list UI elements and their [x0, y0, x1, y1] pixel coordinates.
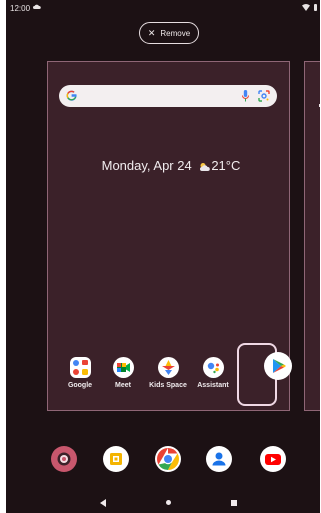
dock-settings[interactable] — [51, 446, 77, 472]
dock-youtube[interactable] — [260, 446, 286, 472]
google-g-icon — [66, 90, 77, 101]
search-bar[interactable] — [59, 85, 277, 107]
cloud-icon — [33, 4, 41, 9]
wifi-icon — [302, 4, 310, 11]
temperature-text: 21°C — [211, 158, 241, 173]
date-text: Monday, Apr 24 — [101, 158, 192, 173]
app-label: Kids Space — [149, 382, 187, 389]
slides-icon — [103, 446, 129, 472]
google-folder-icon — [69, 357, 91, 378]
status-time: 12:00 — [10, 4, 31, 13]
dock-contacts[interactable] — [206, 446, 232, 472]
contacts-icon — [206, 446, 232, 472]
app-meet[interactable]: Meet — [100, 357, 146, 389]
dock-chrome[interactable] — [155, 446, 181, 472]
chrome-icon — [155, 446, 181, 472]
back-icon[interactable] — [100, 499, 106, 507]
meet-icon — [112, 357, 134, 378]
home-screen: 12:00 ✕ Remove Monday, Apr 24 21°C Googl… — [6, 0, 320, 513]
remove-label: Remove — [160, 28, 191, 38]
youtube-icon — [260, 446, 286, 472]
remove-button[interactable]: ✕ Remove — [139, 22, 199, 44]
app-kids-space[interactable]: Kids Space — [145, 357, 191, 389]
battery-icon — [314, 4, 317, 11]
app-assistant[interactable]: Assistant — [190, 357, 236, 389]
assistant-icon — [202, 357, 224, 378]
mic-icon[interactable] — [242, 90, 249, 102]
status-bar: 12:00 — [6, 0, 320, 16]
settings-icon — [51, 446, 77, 472]
navigation-bar — [6, 495, 320, 513]
at-a-glance-widget[interactable]: Monday, Apr 24 21°C — [66, 158, 276, 173]
next-page-preview[interactable] — [304, 61, 320, 411]
app-google-folder[interactable]: Google — [57, 357, 103, 389]
partly-cloudy-icon — [200, 163, 211, 171]
app-label: Google — [67, 382, 93, 389]
lens-icon[interactable] — [258, 90, 270, 102]
kids-space-icon — [157, 357, 179, 378]
app-label: Assistant — [197, 382, 229, 389]
dock-slides[interactable] — [103, 446, 129, 472]
recents-icon[interactable] — [231, 500, 237, 506]
next-page-indicator — [319, 104, 320, 107]
app-label: Meet — [115, 382, 131, 389]
play-store-icon[interactable] — [264, 352, 292, 380]
home-icon[interactable] — [166, 500, 171, 505]
close-icon: ✕ — [147, 27, 156, 38]
